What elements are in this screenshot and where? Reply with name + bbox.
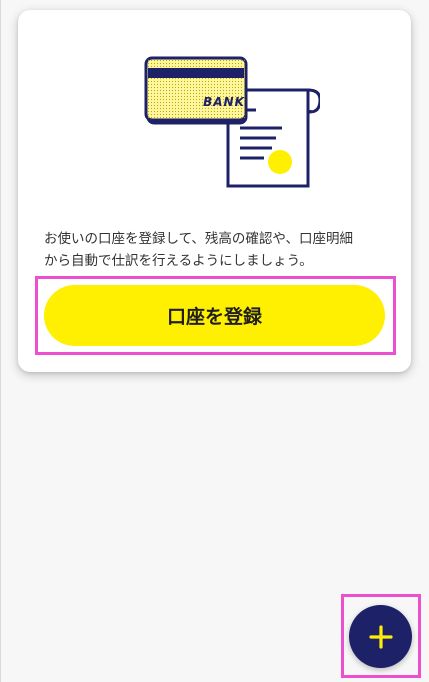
bank-card-receipt-illustration: BANK (144, 56, 320, 188)
bank-card-text: BANK (203, 95, 245, 109)
plus-icon (368, 624, 393, 649)
left-divider (0, 0, 1, 682)
card-description: お使いの口座を登録して、残高の確認や、口座明細 から自動で仕訳を行えるようにしま… (44, 231, 354, 269)
app-screen: BANK お使いの口座を登録して、残高の確認や、口座明細 から自動で仕訳を行える… (0, 0, 429, 682)
register-account-button[interactable]: 口座を登録 (44, 285, 385, 346)
add-fab-button[interactable] (349, 605, 412, 668)
